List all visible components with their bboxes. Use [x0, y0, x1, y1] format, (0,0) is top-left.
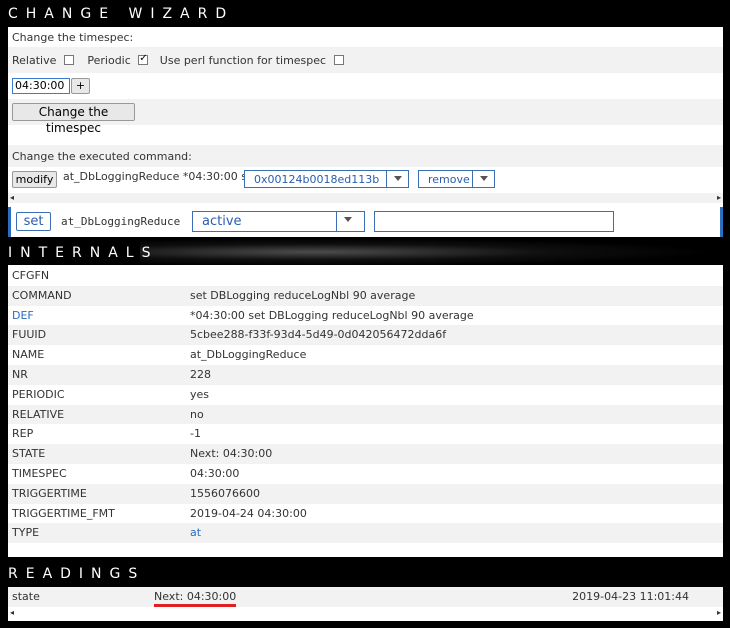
internals-value: Next: 04:30:00: [190, 447, 273, 461]
scroll-right-icon[interactable]: ▸: [717, 193, 721, 202]
command-heading-row: Change the executed command:: [8, 145, 723, 167]
internals-key: TRIGGERTIME_FMT: [12, 506, 115, 520]
remove-select[interactable]: remove: [418, 170, 495, 188]
time-plus-button[interactable]: +: [71, 78, 90, 94]
internals-row: PERIODIC yes: [8, 385, 723, 405]
internals-row: CFGFN: [8, 266, 723, 286]
internals-key: COMMAND: [12, 288, 72, 302]
spacer-row: [8, 125, 723, 145]
internals-key: TIMESPEC: [12, 467, 67, 480]
internals-title: INTERNALS: [8, 245, 159, 261]
internals-value: *04:30:00 set DBLogging reduceLogNbl 90 …: [190, 308, 474, 322]
horizontal-scrollbar[interactable]: ◂ ▸: [8, 193, 723, 203]
state-select[interactable]: active: [192, 211, 365, 232]
reading-value: Next: 04:30:00: [154, 590, 237, 607]
internals-key: CFGFN: [12, 269, 50, 282]
scroll-left-icon[interactable]: ◂: [10, 608, 14, 617]
periodic-checkbox[interactable]: [138, 53, 149, 65]
relative-checkbox[interactable]: [63, 55, 74, 65]
chevron-down-icon: [336, 212, 364, 231]
internals-row: RELATIVE no: [8, 404, 723, 425]
internals-value: 228: [190, 368, 211, 381]
internals-key[interactable]: DEF: [12, 309, 34, 322]
device-select-value: 0x00124b0018ed113b: [254, 173, 380, 186]
internals-key: REP: [12, 427, 34, 441]
timespec-options-row: Relative Periodic Use perl function for …: [8, 47, 723, 73]
internals-row: DEF *04:30:00 set DBLogging reduceLogNbl …: [8, 306, 723, 326]
set-command-row: set at_DbLoggingReduce active: [8, 207, 723, 237]
internals-row: STATE Next: 04:30:00: [8, 444, 723, 464]
reading-name: state: [12, 590, 40, 603]
change-timespec-row: Change the timespec: [8, 99, 723, 135]
internals-row: NAME at_DbLoggingReduce: [8, 345, 723, 365]
readings-title: READINGS: [8, 566, 146, 582]
readings-panel: state Next: 04:30:00 2019-04-23 11:01:44…: [8, 587, 723, 621]
chevron-down-icon: [472, 171, 494, 187]
internals-row: REP -1: [8, 424, 723, 444]
time-input-row: 04:30:00 +: [8, 73, 723, 99]
change-wizard-panel: Change the timespec: Relative Periodic U…: [8, 27, 723, 237]
change-timespec-button[interactable]: Change the timespec: [12, 103, 135, 135]
perl-function-label: Use perl function for timespec: [159, 54, 327, 67]
internals-value: yes: [190, 387, 210, 401]
command-row: modify at_DbLoggingReduce *04:30:00 set …: [8, 167, 723, 193]
change-wizard-title: CHANGE WIZARD: [8, 6, 235, 22]
internals-key: TYPE: [12, 526, 40, 540]
command-text: at_DbLoggingReduce *04:30:00 set: [63, 170, 259, 183]
timespec-heading: Change the timespec:: [12, 31, 134, 44]
set-button[interactable]: set: [16, 212, 51, 231]
timespec-heading-row: Change the timespec:: [8, 27, 723, 47]
internals-row: FUUID 5cbee288-f33f-93d4-5d49-0d042056472…: [8, 325, 723, 346]
internals-key: NAME: [12, 348, 45, 362]
internals-value: 04:30:00: [190, 467, 240, 480]
internals-key: TRIGGERTIME: [12, 486, 87, 500]
internals-value: 2019-04-24 04:30:00: [190, 506, 307, 520]
modify-button[interactable]: modify: [12, 171, 57, 188]
state-select-value: active: [202, 214, 242, 229]
internals-value: 1556076600: [190, 486, 260, 500]
command-heading: Change the executed command:: [12, 150, 192, 163]
internals-value: set DBLogging reduceLogNbl 90 average: [190, 288, 416, 302]
perl-function-checkbox[interactable]: [333, 55, 344, 65]
blurred-background: [140, 238, 725, 266]
internals-row: TYPE at: [8, 523, 723, 544]
internals-key: STATE: [12, 447, 46, 461]
scroll-left-icon[interactable]: ◂: [10, 193, 14, 202]
reading-time: 2019-04-23 11:01:44: [572, 590, 689, 603]
relative-label: Relative: [12, 54, 57, 67]
internals-key: NR: [12, 368, 28, 381]
internals-row: TRIGGERTIME 1556076600: [8, 483, 723, 504]
internals-value[interactable]: at: [190, 526, 201, 539]
scroll-right-icon[interactable]: ▸: [717, 608, 721, 617]
time-input[interactable]: 04:30:00: [12, 78, 70, 94]
internals-row: TRIGGERTIME_FMT 2019-04-24 04:30:00: [8, 504, 723, 524]
chevron-down-icon: [386, 171, 408, 187]
internals-row: COMMAND set DBLogging reduceLogNbl 90 ave…: [8, 285, 723, 306]
device-select[interactable]: 0x00124b0018ed113b: [244, 170, 409, 188]
internals-value: at_DbLoggingReduce: [190, 348, 307, 362]
internals-panel: CFGFN COMMAND set DBLogging reduceLogNbl 9…: [8, 265, 723, 557]
remove-select-value: remove: [428, 173, 470, 186]
internals-key: FUUID: [12, 328, 47, 342]
internals-key: PERIODIC: [12, 387, 65, 401]
readings-scrollbar[interactable]: ◂ ▸: [8, 608, 723, 618]
device-name: at_DbLoggingReduce: [61, 215, 181, 228]
internals-row: NR 228: [8, 365, 723, 385]
internals-key: RELATIVE: [12, 407, 65, 421]
internals-value: -1: [190, 427, 201, 441]
periodic-label: Periodic: [87, 54, 131, 67]
internals-value: 5cbee288-f33f-93d4-5d49-0d042056472dda6f: [190, 328, 447, 342]
reading-row: state Next: 04:30:00 2019-04-23 11:01:44: [8, 587, 723, 607]
set-value-input[interactable]: [374, 211, 614, 232]
internals-row: TIMESPEC 04:30:00: [8, 464, 723, 484]
internals-value: no: [190, 407, 204, 421]
